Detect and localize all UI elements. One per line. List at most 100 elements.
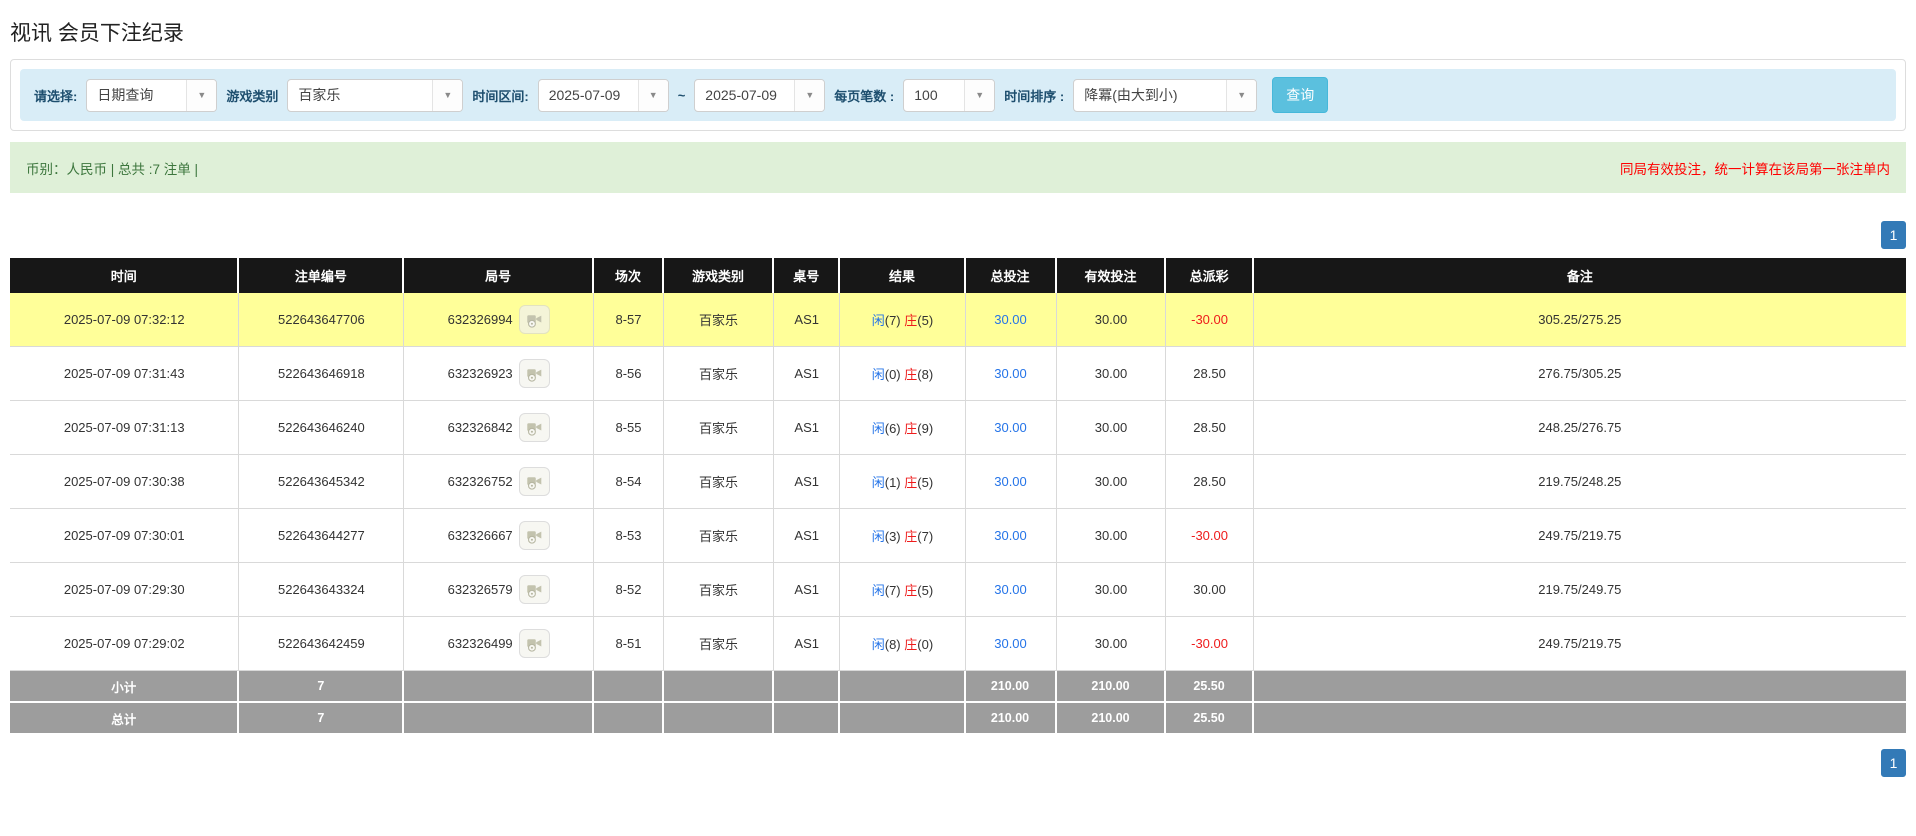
valid-bet-cell: 30.00 xyxy=(1056,347,1167,401)
query-type-select[interactable]: 日期查询 ▼ xyxy=(86,78,218,112)
total-bet-link[interactable]: 30.00 xyxy=(994,366,1027,381)
valid-bet-cell: 30.00 xyxy=(1056,563,1167,617)
result-player-value: (6) xyxy=(884,421,901,436)
col-header-payout: 总派彩 xyxy=(1166,258,1254,293)
game-cell: 百家乐 xyxy=(664,617,775,671)
result-player-value: (7) xyxy=(884,583,901,598)
total-payout: 25.50 xyxy=(1166,703,1254,735)
result-cell: 闲(6) 庄(9) xyxy=(840,401,966,455)
table-no-cell: AS1 xyxy=(774,455,841,509)
table-no-cell: AS1 xyxy=(774,617,841,671)
video-replay-icon xyxy=(526,423,541,436)
col-header-time: 时间 xyxy=(10,258,240,293)
video-replay-button[interactable] xyxy=(518,359,550,388)
result-player-label: 闲 xyxy=(871,583,885,598)
date-from-select[interactable]: 2025-07-09 ▼ xyxy=(537,78,669,112)
chevron-down-icon[interactable]: ▼ xyxy=(432,79,463,111)
subtotal-total-bet: 210.00 xyxy=(965,671,1057,703)
payout-cell: 28.50 xyxy=(1166,401,1254,455)
chevron-down-icon[interactable]: ▼ xyxy=(1226,79,1257,111)
round-id-text: 632326579 xyxy=(447,582,513,597)
result-banker-label: 庄 xyxy=(904,367,918,382)
video-replay-button[interactable] xyxy=(518,575,550,604)
col-header-table-no: 桌号 xyxy=(774,258,841,293)
payout-cell: -30.00 xyxy=(1166,509,1254,563)
table-header-row: 时间 注单编号 局号 场次 游戏类别 桌号 结果 总投注 有效投注 总派彩 备注 xyxy=(10,258,1906,293)
result-banker-value: (5) xyxy=(917,313,934,328)
video-replay-button[interactable] xyxy=(518,305,550,334)
subtotal-payout: 25.50 xyxy=(1166,671,1254,703)
total-bet-link[interactable]: 30.00 xyxy=(994,528,1027,543)
time-sort-select[interactable]: 降冪(由大到小) ▼ xyxy=(1073,78,1258,112)
round-id-text: 632326923 xyxy=(447,366,513,381)
result-player-label: 闲 xyxy=(871,421,885,436)
table-row: 2025-07-09 07:30:01 522643644277 6323266… xyxy=(10,509,1906,563)
col-header-total-bet: 总投注 xyxy=(965,258,1057,293)
video-replay-button[interactable] xyxy=(518,413,550,442)
query-type-value: 日期查询 xyxy=(97,87,154,103)
total-bet-cell: 30.00 xyxy=(965,563,1057,617)
result-banker-value: (5) xyxy=(917,583,934,598)
result-banker-label: 庄 xyxy=(904,637,918,652)
total-count: 7 xyxy=(239,703,405,735)
table-no-cell: AS1 xyxy=(774,293,841,347)
date-to-select[interactable]: 2025-07-09 ▼ xyxy=(694,78,826,112)
result-cell: 闲(0) 庄(8) xyxy=(840,347,966,401)
round-id-cell: 632326499 xyxy=(404,617,594,671)
currency-summary: 币别：人民币 | 总共 :7 注单 | xyxy=(26,161,199,177)
video-replay-button[interactable] xyxy=(518,467,550,496)
round-id-cell: 632326752 xyxy=(404,455,594,509)
chevron-down-icon[interactable]: ▼ xyxy=(637,79,668,111)
result-player-label: 闲 xyxy=(871,367,885,382)
total-bet-link[interactable]: 30.00 xyxy=(994,636,1027,651)
search-button[interactable]: 查询 xyxy=(1272,77,1329,113)
payout-cell: -30.00 xyxy=(1166,617,1254,671)
bet-id-cell: 522643646918 xyxy=(239,347,405,401)
round-id-cell: 632326667 xyxy=(404,509,594,563)
page-1-button[interactable]: 1 xyxy=(1881,221,1906,249)
video-replay-button[interactable] xyxy=(518,629,550,658)
result-banker-label: 庄 xyxy=(904,421,918,436)
valid-bet-cell: 30.00 xyxy=(1056,509,1167,563)
total-bet-link[interactable]: 30.00 xyxy=(994,582,1027,597)
result-cell: 闲(7) 庄(5) xyxy=(840,293,966,347)
page-1-button[interactable]: 1 xyxy=(1881,749,1906,777)
video-replay-button[interactable] xyxy=(518,521,550,550)
video-replay-icon xyxy=(526,315,541,328)
note-cell: 249.75/219.75 xyxy=(1253,509,1906,563)
note-cell: 305.25/275.25 xyxy=(1253,293,1906,347)
filter-panel: 请选择: 日期查询 ▼ 游戏类别 百家乐 ▼ 时间区间: 2025-07-09 … xyxy=(10,59,1906,131)
game-type-select[interactable]: 百家乐 ▼ xyxy=(287,78,464,112)
payout-cell: 30.00 xyxy=(1166,563,1254,617)
video-replay-icon xyxy=(526,477,541,490)
chevron-down-icon[interactable]: ▼ xyxy=(964,79,995,111)
per-page-select[interactable]: 100 ▼ xyxy=(903,78,996,112)
total-bet-cell: 30.00 xyxy=(965,617,1057,671)
round-id-cell: 632326923 xyxy=(404,347,594,401)
table-row: 2025-07-09 07:29:02 522643642459 6323264… xyxy=(10,617,1906,671)
total-bet-link[interactable]: 30.00 xyxy=(994,474,1027,489)
result-cell: 闲(8) 庄(0) xyxy=(840,617,966,671)
date-to-value: 2025-07-09 xyxy=(705,87,777,103)
round-id-cell: 632326579 xyxy=(404,563,594,617)
chevron-down-icon[interactable]: ▼ xyxy=(186,79,217,111)
chevron-down-icon[interactable]: ▼ xyxy=(794,79,825,111)
bet-id-cell: 522643644277 xyxy=(239,509,405,563)
note-cell: 219.75/249.75 xyxy=(1253,563,1906,617)
result-banker-label: 庄 xyxy=(904,313,918,328)
table-row: 2025-07-09 07:31:13 522643646240 6323268… xyxy=(10,401,1906,455)
total-bet-link[interactable]: 30.00 xyxy=(994,420,1027,435)
total-bet-link[interactable]: 30.00 xyxy=(994,312,1027,327)
col-header-valid-bet: 有效投注 xyxy=(1056,258,1167,293)
col-header-note: 备注 xyxy=(1253,258,1906,293)
total-bet-cell: 30.00 xyxy=(965,509,1057,563)
session-cell: 8-54 xyxy=(593,455,665,509)
table-row: 2025-07-09 07:30:38 522643645342 6323267… xyxy=(10,455,1906,509)
result-banker-value: (8) xyxy=(917,367,934,382)
time-sort-label: 时间排序 : xyxy=(1004,88,1065,104)
session-cell: 8-56 xyxy=(593,347,665,401)
result-cell: 闲(3) 庄(7) xyxy=(840,509,966,563)
total-bet-cell: 30.00 xyxy=(965,293,1057,347)
result-banker-value: (5) xyxy=(917,475,934,490)
game-cell: 百家乐 xyxy=(664,347,775,401)
